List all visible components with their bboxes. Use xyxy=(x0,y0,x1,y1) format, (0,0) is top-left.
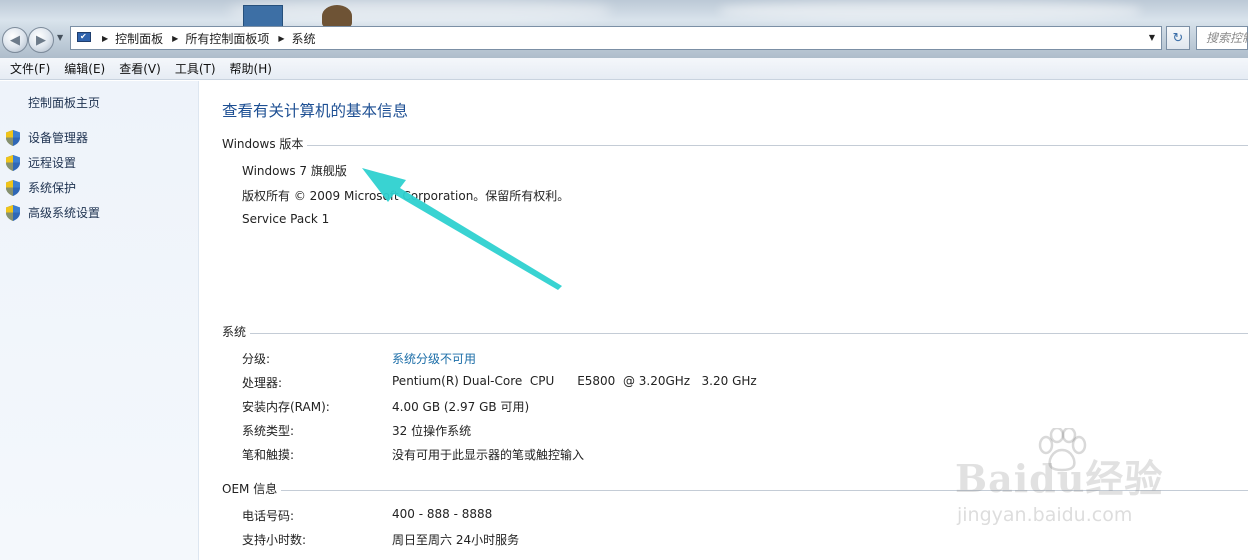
system-type-label: 系统类型: xyxy=(242,424,295,438)
support-hours-value: 周日至周六 24小时服务 xyxy=(392,533,520,547)
rating-label: 分级: xyxy=(242,352,271,366)
task-label: 高级系统设置 xyxy=(28,206,101,220)
phone-value: 400 - 888 - 8888 xyxy=(392,507,493,521)
breadcrumb-control-panel[interactable]: 控制面板 xyxy=(115,30,163,47)
section-heading-windows-edition: Windows 版本 xyxy=(222,135,308,152)
task-label: 系统保护 xyxy=(28,181,77,195)
main-content: 查看有关计算机的基本信息 Windows 版本 Windows 7 旗舰版 版权… xyxy=(200,81,1248,560)
copyright-text: 版权所有 © 2009 Microsoft Corporation。保留所有权利… xyxy=(242,189,570,203)
task-device-manager[interactable]: 设备管理器 xyxy=(6,129,88,146)
arrow-right-icon: ▶ xyxy=(36,32,46,48)
taskbar-thumbnail xyxy=(243,5,283,27)
shield-icon xyxy=(6,129,20,146)
breadcrumb-separator-icon[interactable]: ▶ xyxy=(102,34,108,43)
task-pane: 控制面板主页 设备管理器 远程设置 系统保护 高级系统设置 xyxy=(0,81,199,560)
refresh-button[interactable]: ↻ xyxy=(1166,26,1190,50)
breadcrumb-separator-icon[interactable]: ▶ xyxy=(172,34,178,43)
back-button[interactable]: ◀ xyxy=(2,27,28,53)
window-titlebar: ◀ ▶ ▼ ✔ ▶ 控制面板 ▶ 所有控制面板项 ▶ 系统 ▼ ↻ xyxy=(0,0,1248,58)
search-input[interactable] xyxy=(1206,31,1248,45)
service-pack-value: Service Pack 1 xyxy=(242,212,330,226)
processor-label: 处理器: xyxy=(242,376,283,390)
section-heading-oem: OEM 信息 xyxy=(222,480,282,497)
processor-value: Pentium(R) Dual-Core CPU E5800 @ 3.20GHz… xyxy=(392,374,757,388)
taskbar-thumbnail xyxy=(322,5,352,27)
pen-touch-label: 笔和触摸: xyxy=(242,448,295,462)
breadcrumb-all-items[interactable]: 所有控制面板项 xyxy=(185,30,269,47)
shield-icon xyxy=(6,154,20,171)
recent-pages-dropdown-icon[interactable]: ▼ xyxy=(57,33,63,42)
address-history-dropdown-icon[interactable]: ▼ xyxy=(1149,33,1155,42)
menu-bar: 文件(F) 编辑(E) 查看(V) 工具(T) 帮助(H) xyxy=(0,58,1248,80)
section-divider xyxy=(222,145,1248,146)
menu-edit[interactable]: 编辑(E) xyxy=(57,60,112,77)
refresh-icon: ↻ xyxy=(1172,30,1184,46)
section-divider xyxy=(222,333,1248,334)
forward-button[interactable]: ▶ xyxy=(28,27,54,53)
arrow-left-icon: ◀ xyxy=(10,32,20,48)
menu-tools[interactable]: 工具(T) xyxy=(168,60,223,77)
task-label: 设备管理器 xyxy=(28,131,89,145)
breadcrumb-system[interactable]: 系统 xyxy=(292,30,316,47)
windows-edition-value: Windows 7 旗舰版 xyxy=(242,164,347,178)
task-remote-settings[interactable]: 远程设置 xyxy=(6,154,76,171)
menu-view[interactable]: 查看(V) xyxy=(112,60,168,77)
task-label: 远程设置 xyxy=(28,156,77,170)
control-panel-icon: ✔ xyxy=(75,30,93,46)
background-cloud xyxy=(230,0,610,22)
section-divider xyxy=(222,490,1248,491)
background-cloud xyxy=(720,2,1140,20)
menu-help[interactable]: 帮助(H) xyxy=(223,60,279,77)
menu-file[interactable]: 文件(F) xyxy=(3,60,57,77)
section-heading-system: 系统 xyxy=(222,323,251,340)
page-title: 查看有关计算机的基本信息 xyxy=(222,102,409,120)
address-bar[interactable]: ✔ ▶ 控制面板 ▶ 所有控制面板项 ▶ 系统 ▼ xyxy=(70,26,1162,50)
system-type-value: 32 位操作系统 xyxy=(392,424,472,438)
shield-icon xyxy=(6,179,20,196)
support-hours-label: 支持小时数: xyxy=(242,533,307,547)
search-box[interactable] xyxy=(1196,26,1248,50)
task-system-protection[interactable]: 系统保护 xyxy=(6,179,76,196)
control-panel-home-link[interactable]: 控制面板主页 xyxy=(28,94,100,111)
rating-link[interactable]: 系统分级不可用 xyxy=(392,350,476,367)
shield-icon xyxy=(6,204,20,221)
pen-touch-value: 没有可用于此显示器的笔或触控输入 xyxy=(392,448,585,462)
task-advanced-settings[interactable]: 高级系统设置 xyxy=(6,204,100,221)
ram-value: 4.00 GB (2.97 GB 可用) xyxy=(392,400,530,414)
breadcrumb-separator-icon[interactable]: ▶ xyxy=(278,34,284,43)
phone-label: 电话号码: xyxy=(242,509,295,523)
ram-label: 安装内存(RAM): xyxy=(242,400,330,414)
